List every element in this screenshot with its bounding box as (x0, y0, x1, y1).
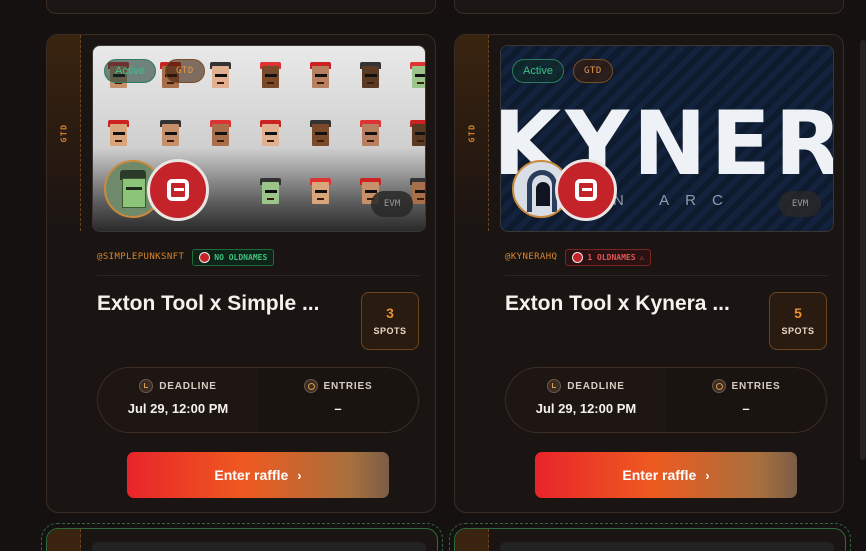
entries-stat: ENTRIES – (666, 368, 826, 432)
spots-box: 3 SPOTS (361, 292, 419, 350)
punk-figure (307, 176, 333, 208)
banner-subtext: N ARC (613, 192, 739, 209)
deadline-stat: DEADLINE Jul 29, 12:00 PM (98, 368, 258, 432)
clock-icon (547, 379, 562, 393)
spots-box: 5 SPOTS (769, 292, 827, 350)
next-card-right[interactable] (449, 523, 851, 551)
enter-raffle-button[interactable]: Enter raffle › (535, 452, 797, 498)
punk-figure (105, 118, 131, 150)
raffle-grid: GTD Active GTD EVM @SIMPLEPUNKSNFT NO OL… (0, 0, 866, 551)
project-handle[interactable]: @KYNERAHQ (505, 252, 557, 262)
exton-mini-icon (572, 251, 584, 263)
chain-badge: EVM (779, 191, 821, 217)
entries-stat: ENTRIES – (258, 368, 418, 432)
stats-pill: DEADLINE Jul 29, 12:00 PM ENTRIES – (97, 367, 419, 433)
next-card-left[interactable] (41, 523, 443, 551)
spots-count: 3 (386, 305, 394, 321)
project-banner: KYNERA N ARC Active GTD EVM (500, 45, 834, 232)
spots-count: 5 (794, 305, 802, 321)
divider (505, 275, 827, 276)
divider (97, 275, 419, 276)
exton-logo (147, 159, 209, 221)
chevron-right-icon: › (705, 468, 710, 483)
deadline-stat: DEADLINE Jul 29, 12:00 PM (506, 368, 666, 432)
chain-badge: EVM (371, 191, 413, 217)
enter-raffle-button[interactable]: Enter raffle › (127, 452, 389, 498)
project-banner: Active GTD EVM (92, 45, 426, 232)
exton-mini-icon (199, 251, 211, 263)
raffle-title: Exton Tool x Kynera ... (505, 292, 730, 315)
type-badge: GTD (165, 59, 205, 83)
warning-icon: ⚠ (639, 252, 645, 262)
users-icon (711, 379, 726, 393)
punk-figure (407, 118, 425, 150)
scrollbar[interactable] (860, 40, 866, 460)
gtd-side-tag: GTD (455, 35, 489, 231)
type-badge: GTD (573, 59, 613, 83)
punk-figure (257, 176, 283, 208)
entries-label: ENTRIES (731, 380, 781, 392)
clock-icon (139, 379, 154, 393)
chevron-right-icon: › (297, 468, 302, 483)
punk-figure (207, 118, 233, 150)
punk-figure (307, 60, 333, 92)
punk-figure (257, 60, 283, 92)
users-icon (303, 379, 318, 393)
oldnames-label: NO OLDNAMES (214, 252, 268, 262)
entries-value: – (334, 401, 342, 416)
entries-label: ENTRIES (323, 380, 373, 392)
deadline-value: Jul 29, 12:00 PM (535, 401, 637, 416)
enter-raffle-label: Enter raffle (622, 467, 697, 483)
punk-figure (307, 118, 333, 150)
deadline-value: Jul 29, 12:00 PM (127, 401, 229, 416)
raffle-card-simplepunks[interactable]: GTD Active GTD EVM @SIMPLEPUNKSNFT NO OL… (46, 34, 436, 513)
gtd-side-tag: GTD (47, 35, 81, 231)
deadline-label: DEADLINE (567, 380, 625, 392)
spots-label: SPOTS (373, 326, 407, 336)
raffle-title: Exton Tool x Simple ... (97, 292, 320, 315)
oldnames-badge: 1 OLDNAMES ⚠ (565, 248, 652, 266)
enter-raffle-label: Enter raffle (214, 467, 289, 483)
exton-logo (555, 159, 617, 221)
status-badge: Active (104, 59, 156, 83)
punk-figure (207, 60, 233, 92)
stats-pill: DEADLINE Jul 29, 12:00 PM ENTRIES – (505, 367, 827, 433)
oldnames-badge: NO OLDNAMES (192, 248, 275, 266)
punk-figure (357, 118, 383, 150)
raffle-card-kynera[interactable]: GTD KYNERA N ARC Active GTD EVM @KYNERAH… (454, 34, 844, 513)
previous-card-left[interactable] (46, 0, 436, 14)
spots-label: SPOTS (781, 326, 815, 336)
punk-figure (407, 60, 425, 92)
status-badge: Active (512, 59, 564, 83)
punk-figure (157, 118, 183, 150)
project-handle[interactable]: @SIMPLEPUNKSNFT (97, 252, 184, 262)
punk-figure (357, 60, 383, 92)
previous-card-right[interactable] (454, 0, 844, 14)
oldnames-label: 1 OLDNAMES (587, 252, 636, 262)
punk-figure (257, 118, 283, 150)
deadline-label: DEADLINE (159, 380, 217, 392)
entries-value: – (742, 401, 750, 416)
